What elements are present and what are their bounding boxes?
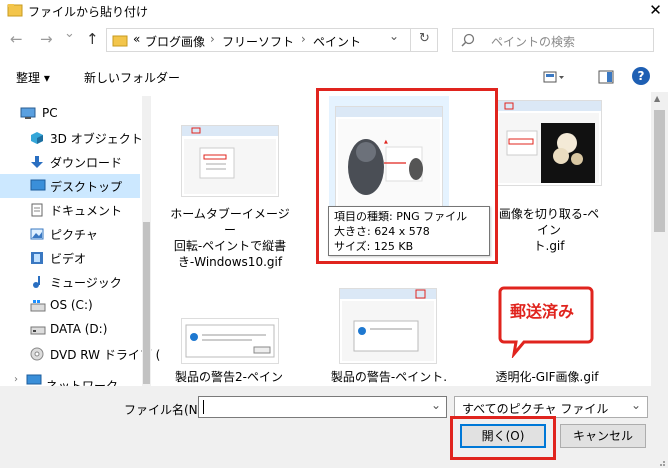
sidebar-item-label: DATA (D:) bbox=[50, 322, 108, 336]
sidebar-item-label: PC bbox=[42, 106, 58, 120]
view-options-icon[interactable] bbox=[543, 70, 565, 87]
paint-app-icon bbox=[7, 3, 23, 17]
file-type-value: すべてのピクチャ ファイル bbox=[462, 402, 609, 416]
file-thumbnail[interactable] bbox=[339, 288, 437, 364]
document-icon bbox=[30, 203, 44, 217]
sidebar-item-label: ダウンロード bbox=[50, 156, 123, 170]
sidebar-item-3d-objects[interactable]: 3D オブジェクト bbox=[0, 126, 143, 150]
search-icon bbox=[461, 33, 475, 50]
sidebar-item-label: 3D オブジェクト bbox=[50, 132, 143, 146]
3d-objects-icon bbox=[30, 131, 44, 144]
window-title: ファイルから貼り付け bbox=[28, 5, 149, 19]
chevron-down-icon[interactable]: ⌄ bbox=[631, 398, 641, 412]
search-box[interactable]: ペイントの検索 bbox=[452, 28, 654, 52]
sidebar-item-network[interactable]: › ネットワーク bbox=[0, 372, 140, 386]
network-icon bbox=[26, 374, 42, 386]
folder-icon bbox=[112, 33, 128, 50]
breadcrumb-overflow[interactable]: « bbox=[133, 32, 140, 46]
title-bar: ファイルから貼り付け ✕ bbox=[0, 0, 668, 22]
address-bar[interactable]: « ブログ画像 › フリーソフト › ペイント ⌄ bbox=[106, 28, 438, 52]
text-caret bbox=[203, 400, 204, 414]
sidebar-item-label: ビデオ bbox=[50, 252, 87, 266]
sidebar-item-documents[interactable]: ドキュメント bbox=[0, 198, 140, 222]
file-thumbnail[interactable] bbox=[181, 125, 279, 197]
file-name-line: ホームタブーイメージー bbox=[170, 207, 290, 237]
search-placeholder: ペイントの検索 bbox=[491, 35, 576, 49]
file-name-line: き-Windows10.gif bbox=[177, 255, 283, 269]
recent-locations-icon[interactable]: ⌄ bbox=[64, 26, 75, 41]
highlight-box bbox=[316, 88, 498, 264]
music-note-icon bbox=[30, 275, 44, 288]
chevron-down-icon[interactable]: ⌄ bbox=[431, 398, 441, 412]
chevron-right-icon[interactable]: › bbox=[14, 374, 18, 385]
file-thumbnail[interactable] bbox=[496, 100, 602, 186]
download-arrow-icon bbox=[30, 155, 44, 168]
cancel-button[interactable]: キャンセル bbox=[560, 424, 646, 448]
file-name[interactable]: 製品の警告-ペイント. bbox=[327, 369, 451, 385]
file-name-line: 透明化-GIF画像.gif bbox=[495, 370, 599, 384]
file-name-line: 製品の警告-ペイント. bbox=[330, 370, 448, 384]
sidebar-item-label: ドキュメント bbox=[50, 204, 123, 218]
file-name[interactable]: 透明化-GIF画像.gif bbox=[489, 369, 605, 385]
forward-arrow-icon[interactable]: → bbox=[40, 30, 53, 48]
file-name-line: 回転-ペイントで縦書 bbox=[173, 239, 287, 253]
sidebar-item-pictures[interactable]: ピクチャ bbox=[0, 222, 140, 246]
sidebar-item-videos[interactable]: ビデオ bbox=[0, 246, 140, 270]
file-type-select[interactable]: すべてのピクチャ ファイル ⌄ bbox=[454, 396, 648, 418]
file-thumbnail[interactable] bbox=[181, 318, 279, 364]
file-name-line: ト.gif bbox=[533, 239, 565, 253]
close-icon[interactable]: ✕ bbox=[643, 0, 668, 22]
sidebar-item-os-c[interactable]: OS (C:) bbox=[0, 294, 140, 318]
stamp-text: 郵送済み bbox=[510, 302, 575, 321]
preview-pane-icon[interactable] bbox=[598, 70, 614, 87]
help-icon[interactable]: ? bbox=[632, 67, 650, 85]
file-name[interactable]: 製品の警告2-ペイン bbox=[169, 369, 289, 385]
up-arrow-icon[interactable]: ↑ bbox=[86, 30, 99, 48]
sidebar-item-dvd-drive[interactable]: DVD RW ドライブ ( bbox=[0, 342, 160, 366]
pc-icon bbox=[20, 107, 36, 120]
content-scrollbar-thumb[interactable] bbox=[654, 110, 665, 232]
film-icon bbox=[30, 251, 44, 264]
dvd-disc-icon bbox=[30, 347, 44, 361]
back-arrow-icon[interactable]: ← bbox=[10, 30, 23, 48]
file-name-line: 画像を切り取る-ペイン bbox=[498, 207, 600, 237]
command-bar: 整理 ▾ 新しいフォルダー ? bbox=[0, 64, 668, 90]
sidebar-item-music[interactable]: ミュージック bbox=[0, 270, 140, 294]
sidebar-item-label: ネットワーク bbox=[46, 379, 119, 386]
drive-windows-icon bbox=[30, 299, 46, 312]
filename-label: ファイル名(N): bbox=[124, 403, 207, 417]
organize-menu-button[interactable]: 整理 ▾ bbox=[16, 69, 50, 86]
drive-icon bbox=[30, 323, 46, 336]
sidebar-item-label: デスクトップ bbox=[50, 180, 123, 194]
sidebar-item-label: ピクチャ bbox=[50, 228, 98, 242]
sidebar-item-pc[interactable]: PC bbox=[0, 102, 140, 126]
dialog-footer: ファイル名(N): ⌄ すべてのピクチャ ファイル ⌄ 開く(O) キャンセル bbox=[0, 386, 668, 468]
desktop-icon bbox=[30, 179, 46, 192]
highlight-box bbox=[450, 416, 556, 460]
stamp-thumbnail[interactable]: 郵送済み bbox=[498, 284, 594, 360]
file-name-line: 製品の警告2-ペイン bbox=[175, 370, 283, 384]
scroll-up-arrow-icon[interactable]: ▲ bbox=[654, 94, 660, 103]
resize-grip-icon[interactable] bbox=[656, 456, 666, 466]
sidebar-item-downloads[interactable]: ダウンロード bbox=[0, 150, 140, 174]
filename-input[interactable]: ⌄ bbox=[198, 396, 447, 418]
new-folder-button[interactable]: 新しいフォルダー bbox=[84, 69, 180, 86]
refresh-icon[interactable]: ↻ bbox=[410, 28, 438, 52]
address-dropdown-icon[interactable]: ⌄ bbox=[389, 29, 399, 43]
file-name[interactable]: ホームタブーイメージー 回転-ペイントで縦書 き-Windows10.gif bbox=[165, 206, 295, 270]
sidebar-item-desktop[interactable]: デスクトップ bbox=[0, 174, 140, 198]
breadcrumb-separator[interactable]: › bbox=[210, 32, 215, 46]
sidebar-item-data-d[interactable]: DATA (D:) bbox=[0, 318, 140, 342]
breadcrumb-separator[interactable]: › bbox=[301, 32, 306, 46]
file-name[interactable]: 画像を切り取る-ペイン ト.gif bbox=[493, 206, 605, 254]
breadcrumb-item[interactable]: フリーソフト bbox=[222, 33, 294, 50]
breadcrumb-item[interactable]: ブログ画像 bbox=[145, 33, 205, 50]
sidebar-item-label: ミュージック bbox=[50, 276, 122, 290]
sidebar-scrollbar-thumb[interactable] bbox=[143, 222, 150, 384]
sidebar-item-label: OS (C:) bbox=[50, 298, 93, 312]
breadcrumb-item[interactable]: ペイント bbox=[313, 33, 361, 50]
pictures-icon bbox=[30, 227, 44, 240]
